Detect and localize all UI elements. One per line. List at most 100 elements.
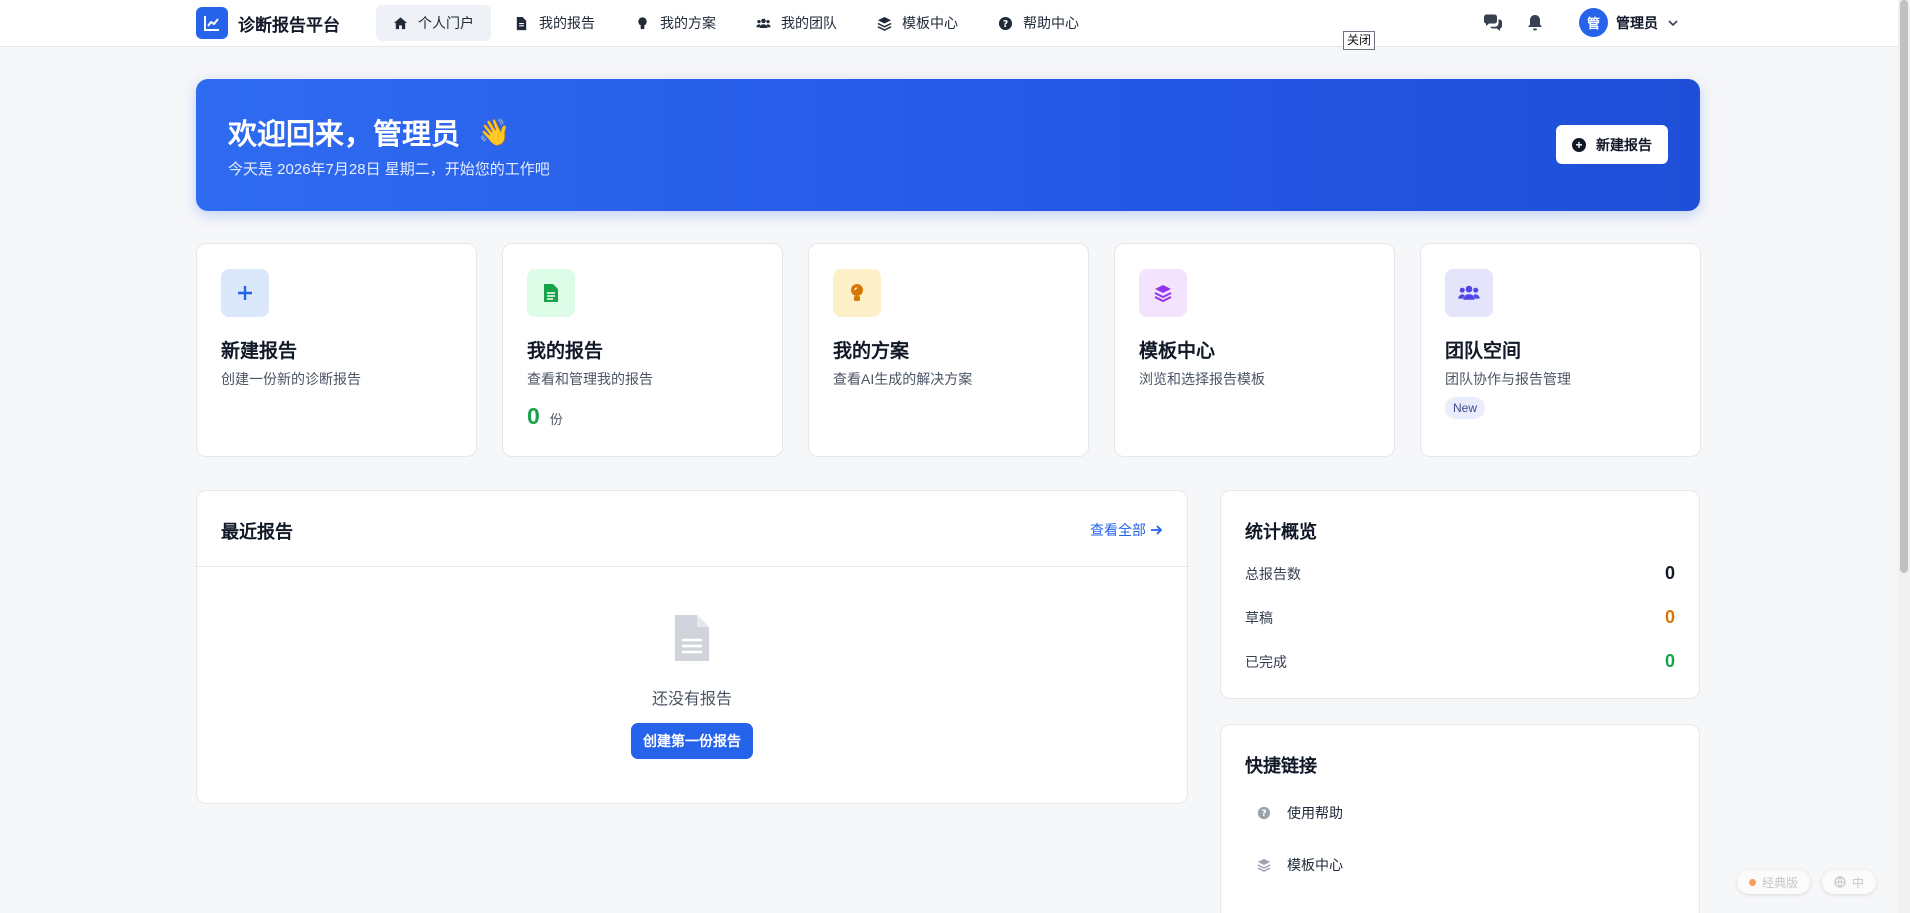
nav-item-label: 帮助中心 — [1023, 15, 1079, 31]
stat-row-draft: 草稿 0 — [1245, 607, 1675, 628]
nav-item-label: 我的报告 — [539, 15, 595, 31]
welcome-title-text: 欢迎回来，管理员 — [228, 119, 461, 151]
nav-item-team[interactable]: 我的团队 — [739, 5, 854, 41]
card-desc: 查看AI生成的解决方案 — [833, 371, 973, 387]
empty-state-text: 还没有报告 — [651, 691, 732, 708]
layers-icon — [1139, 269, 1187, 317]
quick-link-label: 使用帮助 — [1287, 805, 1343, 821]
question-circle-icon: ? — [998, 16, 1013, 30]
card-desc: 查看和管理我的报告 — [527, 371, 653, 387]
classic-version-label: 经典版 — [1762, 875, 1799, 890]
stat-value: 0 — [1664, 563, 1675, 583]
file-icon — [527, 269, 575, 317]
card-my-reports[interactable]: 我的报告 查看和管理我的报告 0 份 — [502, 243, 783, 457]
stats-title: 统计概览 — [1245, 522, 1317, 542]
brand[interactable]: 诊断报告平台 — [196, 7, 340, 39]
new-badge: New — [1445, 397, 1486, 419]
stat-row-completed: 已完成 0 — [1245, 651, 1675, 672]
welcome-subtitle: 今天是 2026年7月28日 星期二，开始您的工作吧 — [228, 161, 550, 178]
card-template-center[interactable]: 模板中心 浏览和选择报告模板 — [1114, 243, 1395, 457]
quick-links-title: 快捷链接 — [1245, 756, 1317, 776]
quick-link-templates[interactable]: 模板中心 — [1257, 855, 1343, 875]
chevron-down-icon — [1668, 19, 1678, 26]
nav-item-reports[interactable]: 我的报告 — [497, 5, 612, 41]
globe-icon — [1834, 876, 1846, 888]
card-team-space[interactable]: 团队空间 团队协作与报告管理 New — [1420, 243, 1701, 457]
quick-link-help[interactable]: ? 使用帮助 — [1257, 803, 1343, 823]
nav-item-label: 我的方案 — [660, 15, 716, 31]
classic-version-toggle[interactable]: 经典版 — [1737, 870, 1811, 894]
svg-text:?: ? — [1003, 18, 1008, 29]
brand-name: 诊断报告平台 — [238, 15, 340, 35]
lightbulb-icon — [638, 16, 647, 29]
report-count: 0 份 — [527, 403, 563, 430]
card-title: 模板中心 — [1139, 341, 1216, 362]
new-report-button[interactable]: + 新建报告 — [1556, 125, 1668, 164]
svg-text:?: ? — [1261, 809, 1266, 819]
plus-icon — [221, 269, 269, 317]
top-nav: 诊断报告平台 个人门户 我的报告 我的方案 我的团队 模板中心 ? 帮助中心 管… — [0, 0, 1898, 47]
question-circle-icon: ? — [1257, 806, 1271, 820]
wave-emoji-icon: 👋 — [478, 116, 511, 147]
card-desc: 创建一份新的诊断报告 — [221, 371, 361, 387]
stat-label: 已完成 — [1245, 653, 1287, 670]
empty-state: 还没有报告 创建第一份报告 — [197, 613, 1187, 759]
card-desc: 浏览和选择报告模板 — [1139, 371, 1265, 387]
recent-reports-panel: 最近报告 查看全部 还没有报告 创建第一份报告 — [196, 490, 1188, 804]
nav-item-label: 我的团队 — [781, 15, 837, 31]
recent-reports-title: 最近报告 — [221, 522, 293, 542]
empty-file-icon — [675, 615, 709, 661]
language-label: 中 — [1852, 875, 1865, 890]
stat-label: 草稿 — [1245, 609, 1273, 626]
nav-item-portal[interactable]: 个人门户 — [376, 5, 491, 41]
bell-icon[interactable] — [1525, 13, 1545, 33]
layers-icon — [877, 16, 892, 31]
arrow-right-icon — [1151, 525, 1163, 535]
nav-item-label: 个人门户 — [418, 15, 474, 31]
report-count-unit: 份 — [549, 412, 563, 427]
home-icon — [393, 16, 408, 29]
plus-circle-icon: + — [1572, 137, 1586, 152]
report-count-value: 0 — [527, 403, 540, 429]
file-icon — [516, 16, 527, 30]
view-all-link[interactable]: 查看全部 — [1090, 520, 1163, 540]
card-desc: 团队协作与报告管理 — [1445, 371, 1571, 387]
stats-overview-panel: 统计概览 总报告数 0 草稿 0 已完成 0 — [1220, 490, 1700, 699]
card-title: 团队空间 — [1445, 341, 1522, 362]
nav-actions: 管 管理员 — [1483, 8, 1680, 37]
card-new-report[interactable]: 新建报告 创建一份新的诊断报告 — [196, 243, 477, 457]
stat-row-total: 总报告数 0 — [1245, 563, 1675, 584]
page-scrollbar[interactable] — [1898, 0, 1910, 913]
nav-item-templates[interactable]: 模板中心 — [860, 5, 975, 41]
user-name: 管理员 — [1616, 14, 1658, 31]
tooltip: 关闭 — [1343, 31, 1376, 50]
status-dot-icon — [1749, 878, 1756, 886]
layers-icon — [1257, 858, 1271, 872]
stat-value: 0 — [1664, 651, 1675, 671]
avatar: 管 — [1579, 8, 1608, 37]
nav-item-label: 模板中心 — [902, 15, 958, 31]
card-title: 我的方案 — [833, 341, 910, 362]
welcome-banner: 欢迎回来，管理员 👋 今天是 2026年7月28日 星期二，开始您的工作吧 + … — [196, 79, 1700, 211]
card-title: 我的报告 — [527, 341, 604, 362]
nav-item-help[interactable]: ? 帮助中心 — [981, 5, 1096, 41]
new-report-button-label: 新建报告 — [1596, 136, 1652, 153]
language-toggle[interactable]: 中 — [1822, 870, 1877, 894]
card-my-plans[interactable]: 我的方案 查看AI生成的解决方案 — [808, 243, 1089, 457]
scrollbar-thumb[interactable] — [1900, 0, 1908, 573]
lightbulb-icon — [833, 269, 881, 317]
welcome-title: 欢迎回来，管理员 👋 — [228, 111, 510, 153]
users-icon — [1445, 269, 1493, 317]
users-icon — [756, 18, 771, 28]
view-all-label: 查看全部 — [1090, 522, 1146, 538]
chat-icon[interactable] — [1483, 13, 1503, 33]
quick-link-label: 模板中心 — [1287, 857, 1343, 873]
nav-item-plans[interactable]: 我的方案 — [618, 5, 733, 41]
nav-menu: 个人门户 我的报告 我的方案 我的团队 模板中心 ? 帮助中心 — [376, 5, 1096, 41]
recent-reports-header: 最近报告 查看全部 — [197, 491, 1187, 567]
stat-label: 总报告数 — [1245, 565, 1301, 582]
card-title: 新建报告 — [221, 341, 298, 362]
stat-value: 0 — [1664, 607, 1675, 627]
create-first-report-button[interactable]: 创建第一份报告 — [631, 723, 753, 759]
user-menu[interactable]: 管 管理员 — [1579, 8, 1680, 37]
